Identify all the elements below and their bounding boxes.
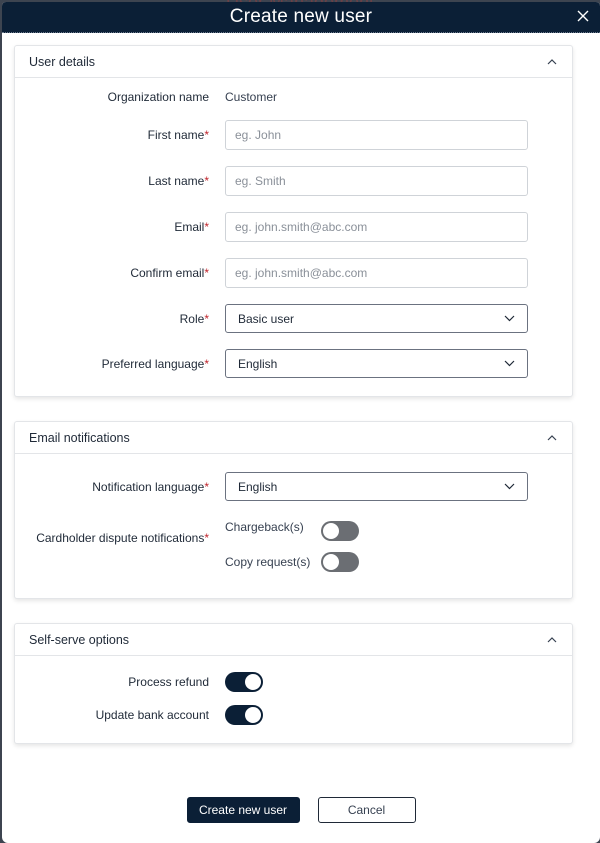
user-details-panel: User details Organization name Customer … bbox=[14, 45, 573, 397]
email-row: Email* bbox=[15, 212, 572, 242]
first-name-label-text: First name bbox=[147, 128, 205, 142]
chevron-down-icon bbox=[504, 483, 515, 490]
email-label: Email* bbox=[15, 220, 225, 234]
notification-language-label-text: Notification language bbox=[92, 479, 205, 494]
confirm-email-row: Confirm email* bbox=[15, 258, 572, 288]
notification-language-selected-value: English bbox=[238, 479, 278, 494]
chevron-down-icon bbox=[504, 360, 515, 367]
role-label-text: Role bbox=[179, 311, 205, 326]
preferred-language-select[interactable]: English bbox=[225, 349, 528, 378]
required-asterisk: * bbox=[204, 128, 209, 142]
required-asterisk: * bbox=[204, 479, 209, 494]
toggle-knob bbox=[323, 523, 339, 539]
create-new-user-button[interactable]: Create new user bbox=[186, 797, 300, 823]
section-title: User details bbox=[29, 54, 95, 69]
notification-language-label: Notification language* bbox=[15, 480, 225, 494]
role-select[interactable]: Basic user bbox=[225, 304, 528, 333]
last-name-label: Last name* bbox=[15, 174, 225, 188]
update-bank-account-toggle[interactable] bbox=[225, 705, 263, 725]
modal-title: Create new user bbox=[229, 6, 373, 27]
toggle-knob bbox=[323, 554, 339, 570]
user-details-header[interactable]: User details bbox=[15, 46, 572, 78]
preferred-language-row: Preferred language* English bbox=[15, 349, 572, 378]
confirm-email-label: Confirm email* bbox=[15, 266, 225, 280]
cancel-button[interactable]: Cancel bbox=[317, 797, 416, 823]
cardholder-dispute-row: Cardholder dispute notifications* Charge… bbox=[15, 520, 572, 572]
first-name-label: First name* bbox=[15, 128, 225, 142]
chargeback-toggle[interactable] bbox=[321, 521, 359, 541]
first-name-row: First name* bbox=[15, 120, 572, 150]
process-refund-row: Process refund bbox=[15, 672, 572, 692]
self-serve-panel: Self-serve options Process refund Update… bbox=[14, 623, 573, 744]
confirm-email-input[interactable] bbox=[225, 258, 528, 288]
email-input[interactable] bbox=[225, 212, 528, 242]
notification-language-select[interactable]: English bbox=[225, 472, 528, 501]
email-label-text: Email bbox=[174, 220, 205, 234]
email-notifications-body: Notification language* English Cardholde… bbox=[15, 454, 572, 598]
organization-label: Organization name bbox=[107, 90, 209, 104]
last-name-input[interactable] bbox=[225, 166, 528, 196]
required-asterisk: * bbox=[204, 356, 209, 371]
cardholder-dispute-label: Cardholder dispute notifications* bbox=[15, 521, 225, 545]
toggle-knob bbox=[245, 707, 261, 723]
chevron-down-icon bbox=[504, 315, 515, 322]
preferred-language-label: Preferred language* bbox=[15, 357, 225, 371]
copy-request-toggle[interactable] bbox=[321, 552, 359, 572]
chargeback-toggle-row: Chargeback(s) bbox=[225, 520, 359, 541]
update-bank-account-label: Update bank account bbox=[95, 708, 209, 722]
chargeback-label: Chargeback(s) bbox=[225, 520, 304, 534]
required-asterisk: * bbox=[204, 266, 209, 280]
process-refund-label: Process refund bbox=[128, 675, 209, 689]
create-user-modal: Create new user User details Organizatio… bbox=[2, 2, 600, 843]
self-serve-header[interactable]: Self-serve options bbox=[15, 624, 572, 656]
section-title: Self-serve options bbox=[29, 632, 130, 647]
self-serve-body: Process refund Update bank account bbox=[15, 656, 572, 743]
copy-request-toggle-row: Copy request(s) bbox=[225, 552, 359, 572]
confirm-email-label-text: Confirm email bbox=[130, 266, 205, 280]
role-selected-value: Basic user bbox=[238, 311, 295, 326]
role-row: Role* Basic user bbox=[15, 304, 572, 333]
user-details-body: Organization name Customer First name* L… bbox=[15, 78, 572, 396]
process-refund-toggle[interactable] bbox=[225, 672, 263, 692]
close-icon[interactable] bbox=[576, 9, 590, 23]
modal-footer: Create new user Cancel bbox=[2, 797, 600, 823]
required-asterisk: * bbox=[204, 174, 209, 188]
first-name-input[interactable] bbox=[225, 120, 528, 150]
organization-row: Organization name Customer bbox=[15, 90, 572, 104]
modal-header: Create new user bbox=[2, 2, 600, 33]
role-label: Role* bbox=[15, 312, 225, 326]
update-bank-account-row: Update bank account bbox=[15, 705, 572, 725]
last-name-label-text: Last name bbox=[148, 174, 205, 188]
chevron-up-icon[interactable] bbox=[546, 636, 558, 644]
cardholder-dispute-label-text: Cardholder dispute notifications bbox=[36, 531, 205, 545]
last-name-row: Last name* bbox=[15, 166, 572, 196]
required-asterisk: * bbox=[204, 220, 209, 234]
modal-body: User details Organization name Customer … bbox=[2, 33, 600, 744]
chevron-up-icon[interactable] bbox=[546, 58, 558, 66]
dispute-toggle-group: Chargeback(s) Copy request(s) bbox=[225, 520, 359, 572]
email-notifications-panel: Email notifications Notification languag… bbox=[14, 421, 573, 599]
email-notifications-header[interactable]: Email notifications bbox=[15, 422, 572, 454]
preferred-language-label-text: Preferred language bbox=[101, 356, 205, 371]
required-asterisk: * bbox=[204, 531, 209, 545]
toggle-knob bbox=[245, 674, 261, 690]
copy-request-label: Copy request(s) bbox=[225, 555, 311, 569]
required-asterisk: * bbox=[204, 311, 209, 326]
organization-value: Customer bbox=[225, 90, 278, 104]
chevron-up-icon[interactable] bbox=[546, 434, 558, 442]
preferred-language-selected-value: English bbox=[238, 356, 278, 371]
notification-language-row: Notification language* English bbox=[15, 472, 572, 501]
section-title: Email notifications bbox=[29, 430, 130, 445]
